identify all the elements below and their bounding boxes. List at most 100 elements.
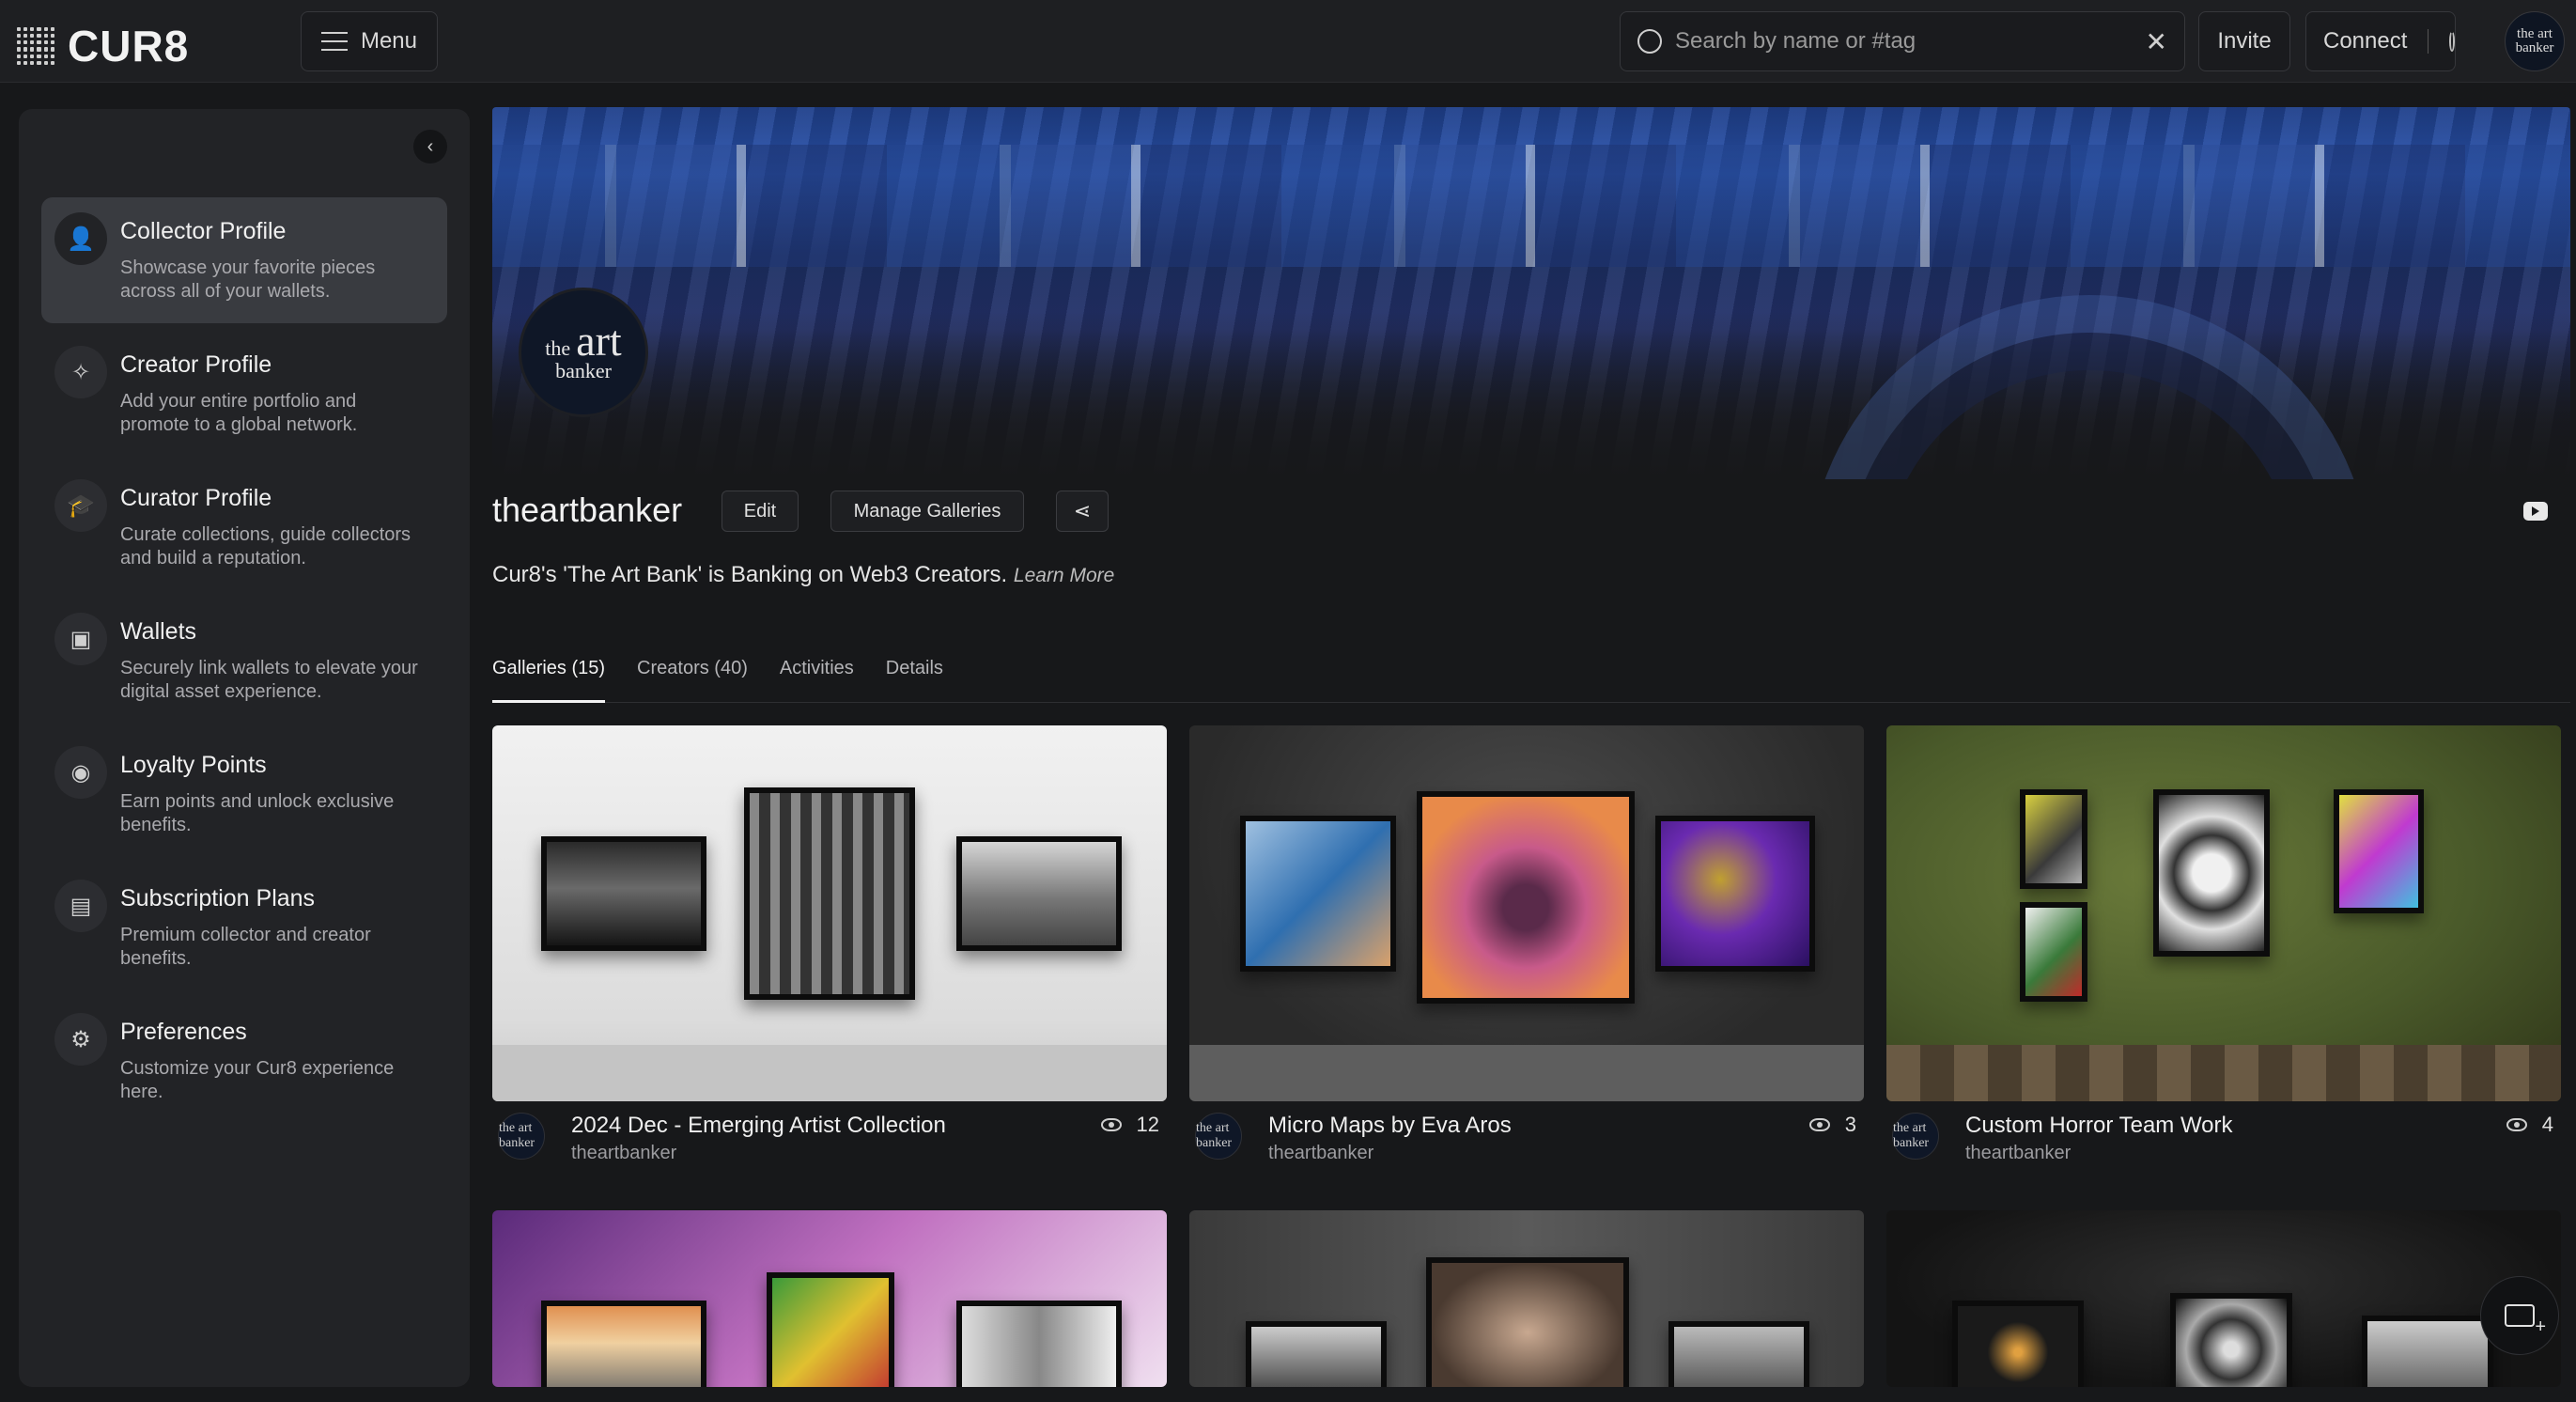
gear-icon: ⚙ bbox=[54, 1013, 107, 1066]
sidebar-item-collector-profile[interactable]: 👤 Collector Profile Showcase your favori… bbox=[41, 197, 447, 323]
gallery-owner[interactable]: theartbanker bbox=[1965, 1143, 2071, 1164]
eye-icon bbox=[2506, 1118, 2527, 1131]
gallery-thumbnail[interactable] bbox=[1189, 725, 1864, 1101]
sidebar-item-desc: Customize your Cur8 experience here. bbox=[120, 1058, 395, 1102]
sidebar: ‹ 👤 Collector Profile Showcase your favo… bbox=[19, 109, 470, 1387]
loyalty-points-icon: ◉ bbox=[54, 746, 107, 799]
gallery-title[interactable]: Micro Maps by Eva Aros bbox=[1268, 1113, 1512, 1139]
connect-button[interactable]: Connect bbox=[2305, 11, 2456, 71]
manage-galleries-button[interactable]: Manage Galleries bbox=[830, 491, 1024, 532]
sidebar-item-title: Creator Profile bbox=[120, 351, 272, 378]
gallery-card[interactable] bbox=[1189, 1210, 1864, 1387]
sidebar-item-desc: Premium collector and creator benefits. bbox=[120, 925, 371, 969]
profile-bio: Cur8's 'The Art Bank' is Banking on Web3… bbox=[492, 562, 1114, 588]
profile-avatar: the art banker bbox=[519, 288, 648, 417]
avatar-text-banker: banker bbox=[555, 358, 612, 382]
invite-button[interactable]: Invite bbox=[2198, 11, 2290, 71]
gallery-title[interactable]: 2024 Dec - Emerging Artist Collection bbox=[571, 1113, 946, 1139]
gallery-card-meta: the art banker Micro Maps by Eva Aros th… bbox=[1189, 1101, 1864, 1176]
owner-avatar: the art banker bbox=[1195, 1113, 1242, 1160]
menu-label: Menu bbox=[360, 28, 418, 54]
user-avatar[interactable]: the art banker bbox=[2505, 11, 2565, 71]
gallery-card[interactable] bbox=[492, 1210, 1167, 1387]
gallery-owner[interactable]: theartbanker bbox=[1268, 1143, 1373, 1164]
connect-label: Connect bbox=[2323, 28, 2408, 54]
bio-text: Cur8's 'The Art Bank' is Banking on Web3… bbox=[492, 562, 1008, 587]
gallery-floor bbox=[1886, 1045, 2561, 1101]
sidebar-item-loyalty-points[interactable]: ◉ Loyalty Points Earn points and unlock … bbox=[41, 731, 447, 857]
gallery-thumbnail[interactable] bbox=[492, 725, 1167, 1101]
artwork-frame bbox=[1240, 816, 1396, 972]
sidebar-item-desc: Securely link wallets to elevate your di… bbox=[120, 658, 418, 702]
sidebar-item-wallets[interactable]: ▣ Wallets Securely link wallets to eleva… bbox=[41, 598, 447, 724]
edit-button[interactable]: Edit bbox=[722, 491, 799, 532]
sidebar-item-desc: Showcase your favorite pieces across all… bbox=[120, 257, 376, 302]
artwork-frame bbox=[767, 1272, 894, 1387]
artwork-frame bbox=[541, 1301, 706, 1387]
sidebar-item-creator-profile[interactable]: ✧ Creator Profile Add your entire portfo… bbox=[41, 331, 447, 457]
sparkle-icon: ✧ bbox=[54, 346, 107, 398]
sidebar-item-desc: Earn points and unlock exclusive benefit… bbox=[120, 791, 395, 835]
subscription-icon: ▤ bbox=[54, 880, 107, 932]
sidebar-item-title: Collector Profile bbox=[120, 218, 287, 244]
logo-grid-icon bbox=[17, 27, 54, 65]
cur8-logo[interactable]: CUR8 bbox=[17, 21, 189, 71]
artwork-frame bbox=[2020, 902, 2087, 1002]
sidebar-item-title: Wallets bbox=[120, 618, 197, 645]
search-box[interactable]: ✕ bbox=[1620, 11, 2185, 71]
tab-creators[interactable]: Creators (40) bbox=[637, 658, 748, 703]
artwork-frame bbox=[1426, 1257, 1629, 1387]
gallery-card[interactable]: the art banker 2024 Dec - Emerging Artis… bbox=[492, 725, 1167, 1176]
chat-add-icon bbox=[2505, 1304, 2546, 1338]
tab-galleries[interactable]: Galleries (15) bbox=[492, 658, 606, 703]
gallery-thumbnail[interactable] bbox=[492, 1210, 1167, 1387]
search-input[interactable] bbox=[1675, 28, 2133, 55]
view-count: 3 bbox=[1808, 1113, 1856, 1137]
artwork-frame bbox=[2153, 789, 2270, 957]
feedback-chat-button[interactable] bbox=[2480, 1276, 2559, 1355]
learn-more-link[interactable]: Learn More bbox=[1014, 565, 1114, 586]
collapse-sidebar-button[interactable]: ‹ bbox=[413, 130, 447, 164]
wallet-icon: ▣ bbox=[54, 613, 107, 665]
sidebar-item-subscription-plans[interactable]: ▤ Subscription Plans Premium collector a… bbox=[41, 865, 447, 990]
sidebar-item-desc: Add your entire portfolio and promote to… bbox=[120, 391, 358, 435]
clear-search-icon[interactable]: ✕ bbox=[2146, 26, 2167, 57]
owner-avatar: the art banker bbox=[498, 1113, 545, 1160]
gallery-title[interactable]: Custom Horror Team Work bbox=[1965, 1113, 2233, 1139]
view-count-value: 4 bbox=[2541, 1113, 2553, 1136]
tab-activities[interactable]: Activities bbox=[780, 658, 854, 703]
avatar-text-art: art bbox=[576, 316, 622, 365]
sidebar-item-preferences[interactable]: ⚙ Preferences Customize your Cur8 experi… bbox=[41, 998, 447, 1124]
tab-details[interactable]: Details bbox=[886, 658, 943, 703]
gallery-thumbnail[interactable] bbox=[1886, 1210, 2561, 1387]
artwork-frame bbox=[541, 836, 706, 951]
youtube-icon[interactable] bbox=[2523, 502, 2548, 521]
refresh-icon[interactable] bbox=[2448, 31, 2455, 52]
eye-icon bbox=[1808, 1118, 1830, 1131]
profile-name: theartbanker bbox=[492, 491, 683, 529]
artwork-frame bbox=[2362, 1316, 2493, 1387]
profile-banner-image bbox=[492, 107, 2570, 479]
artwork-frame bbox=[2170, 1293, 2292, 1387]
gallery-card[interactable]: the art banker Micro Maps by Eva Aros th… bbox=[1189, 725, 1864, 1176]
search-icon bbox=[1637, 29, 1662, 54]
gallery-card[interactable] bbox=[1886, 1210, 2561, 1387]
gallery-owner[interactable]: theartbanker bbox=[571, 1143, 676, 1164]
sidebar-item-curator-profile[interactable]: 🎓 Curator Profile Curate collections, gu… bbox=[41, 464, 447, 590]
sidebar-item-title: Subscription Plans bbox=[120, 885, 316, 911]
menu-button[interactable]: Menu bbox=[301, 11, 438, 71]
gallery-floor bbox=[1189, 1045, 1864, 1101]
sidebar-item-desc: Curate collections, guide collectors and… bbox=[120, 524, 411, 569]
gallery-card-meta: the art banker 2024 Dec - Emerging Artis… bbox=[492, 1101, 1167, 1176]
hamburger-icon bbox=[320, 32, 348, 51]
artwork-frame bbox=[956, 836, 1122, 951]
gallery-card[interactable]: the art banker Custom Horror Team Work t… bbox=[1886, 725, 2561, 1176]
logo-text: CUR8 bbox=[68, 22, 190, 70]
artwork-frame bbox=[1655, 816, 1815, 972]
view-count-value: 3 bbox=[1844, 1113, 1856, 1136]
share-icon[interactable]: ⋖ bbox=[1056, 491, 1109, 532]
gallery-floor bbox=[492, 1045, 1167, 1101]
artwork-frame bbox=[2020, 789, 2087, 889]
gallery-thumbnail[interactable] bbox=[1189, 1210, 1864, 1387]
gallery-thumbnail[interactable] bbox=[1886, 725, 2561, 1101]
